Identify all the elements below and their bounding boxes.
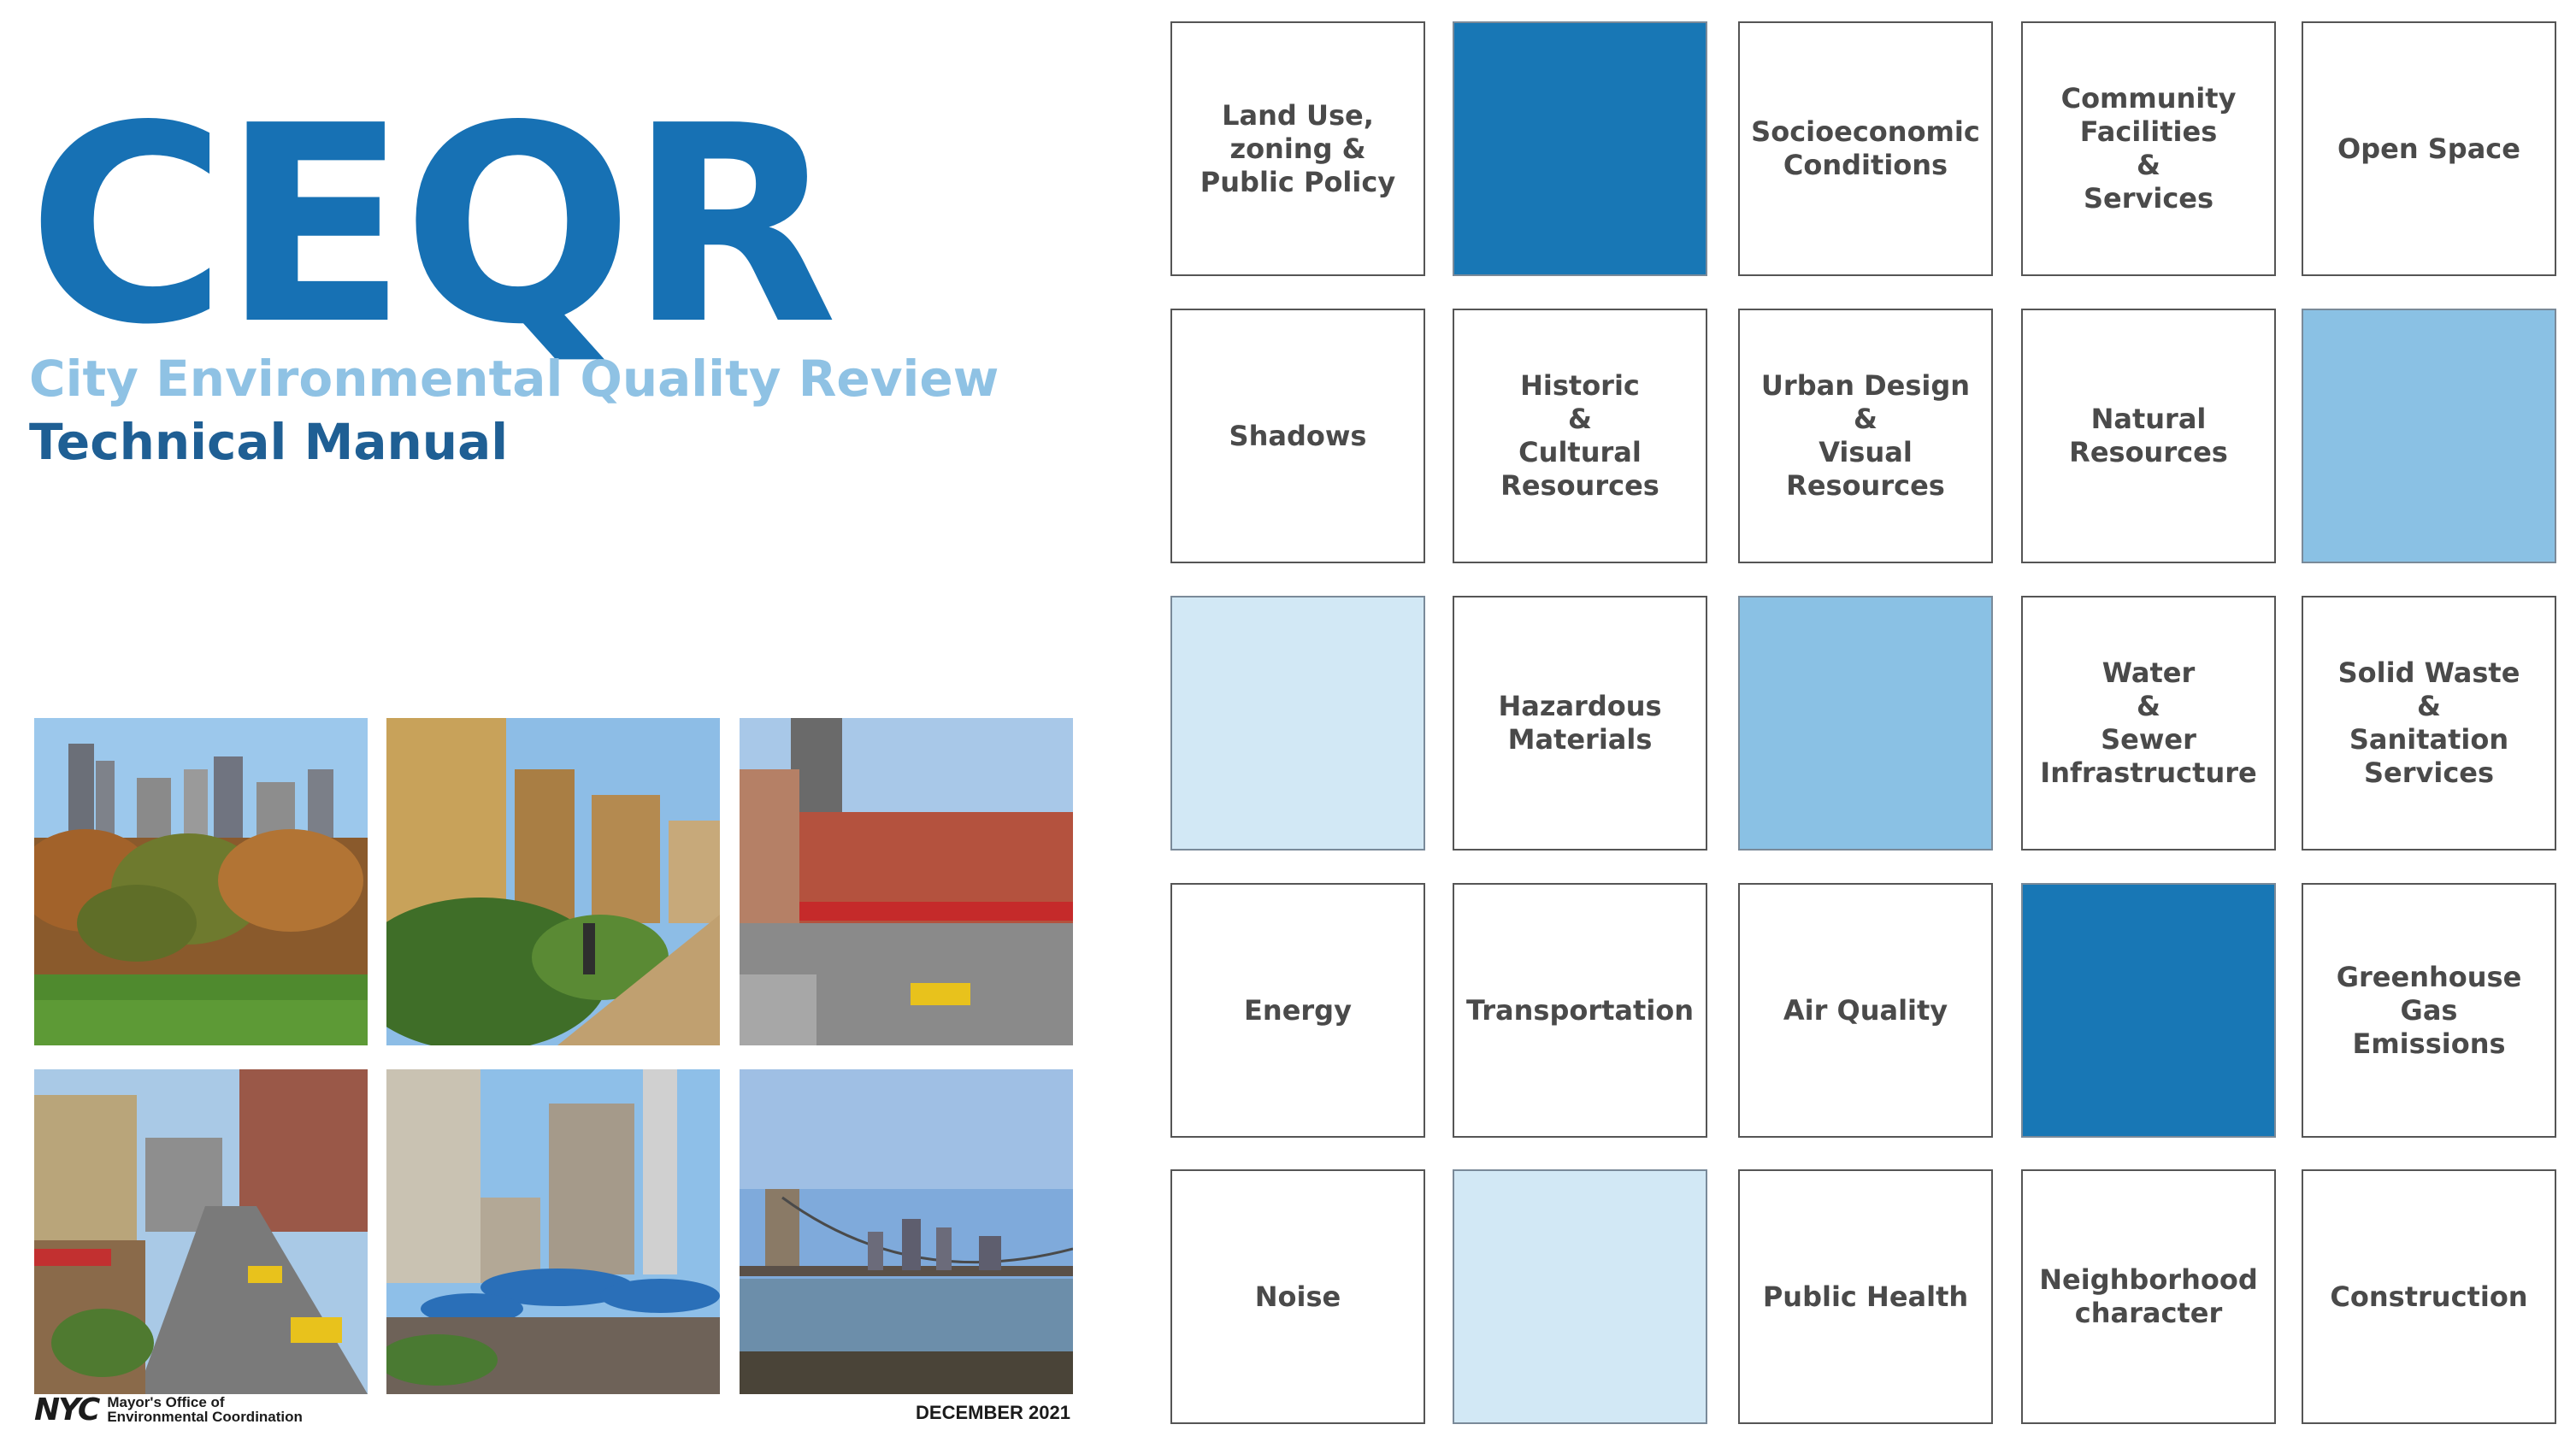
tile-label: Open Space [2337,132,2520,165]
tile-label: Socioeconomic Conditions [1751,115,1980,181]
tile-label: Water & Sewer Infrastructure [2040,656,2257,789]
tile-label: Air Quality [1783,993,1948,1027]
street-corner-photo [740,718,1073,1045]
tile-land-use-zoning-public-policy: Land Use, zoning & Public Policy [1170,21,1425,276]
tile-label: Neighborhood character [2039,1263,2258,1329]
office-line-1: Mayor's Office of [107,1394,225,1410]
nyc-moec-logo: NYC Mayor's Office of Environmental Coor… [34,1392,303,1427]
office-name: Mayor's Office of Environmental Coordina… [107,1395,303,1424]
nyc-logo: NYC [34,1392,100,1427]
tile-noise: Noise [1170,1169,1425,1424]
cover-subtitle-manual: Technical Manual [29,413,509,471]
tile-historic-cultural-resources: Historic & Cultural Resources [1453,309,1707,563]
tile-label: Construction [2330,1280,2528,1313]
tile-open-space: Open Space [2302,21,2556,276]
tile-transportation: Transportation [1453,883,1707,1138]
tile-shadows: Shadows [1170,309,1425,563]
tile-label: Energy [1244,993,1352,1027]
tile-neighborhood-character: Neighborhood character [2021,1169,2276,1424]
tile-label: Hazardous Materials [1498,690,1662,756]
cover-title: CEQR [27,68,838,384]
tile-label: Urban Design & Visual Resources [1760,369,1971,502]
tile-label: Shadows [1229,419,1367,452]
park-skyline-photo [34,718,368,1045]
tile-blank-dark [1453,21,1707,276]
tile-community-facilities-services: Community Facilities & Services [2021,21,2276,276]
publication-date: DECEMBER 2021 [916,1402,1070,1423]
office-line-2: Environmental Coordination [107,1409,303,1425]
tile-natural-resources: Natural Resources [2021,309,2276,563]
tile-water-sewer-infrastructure: Water & Sewer Infrastructure [2021,596,2276,851]
tile-label: Greenhouse Gas Emissions [2336,960,2522,1060]
plaza-umbrellas-photo [386,1069,720,1394]
tile-hazardous-materials: Hazardous Materials [1453,596,1707,851]
tile-air-quality: Air Quality [1738,883,1993,1138]
tile-blank-dark [2021,883,2276,1138]
brooklyn-bridge-photo [740,1069,1073,1394]
tile-label: Noise [1254,1280,1341,1313]
tile-urban-design-visual-resources: Urban Design & Visual Resources [1738,309,1993,563]
tile-blank-light [1170,596,1425,851]
tile-socioeconomic-conditions: Socioeconomic Conditions [1738,21,1993,276]
tile-greenhouse-gas-emissions: Greenhouse Gas Emissions [2302,883,2556,1138]
tile-solid-waste-sanitation-services: Solid Waste & Sanitation Services [2302,596,2556,851]
tile-label: Natural Resources [2069,403,2228,468]
tile-label: Public Health [1762,1280,1969,1313]
tile-blank-light [1453,1169,1707,1424]
tile-label: Historic & Cultural Resources [1500,369,1659,502]
tile-label: Land Use, zoning & Public Policy [1200,98,1396,198]
tile-public-health: Public Health [1738,1169,1993,1424]
tile-blank-mid [1738,596,1993,851]
avenue-traffic-photo [34,1069,368,1394]
tile-energy: Energy [1170,883,1425,1138]
tile-label: Community Facilities & Services [2060,82,2237,215]
tile-label: Transportation [1465,993,1695,1027]
waterfront-path-photo [386,718,720,1045]
tile-construction: Construction [2302,1169,2556,1424]
tile-label: Solid Waste & Sanitation Services [2337,656,2520,789]
cover-subtitle: City Environmental Quality Review [29,350,999,408]
tile-blank-mid [2302,309,2556,563]
